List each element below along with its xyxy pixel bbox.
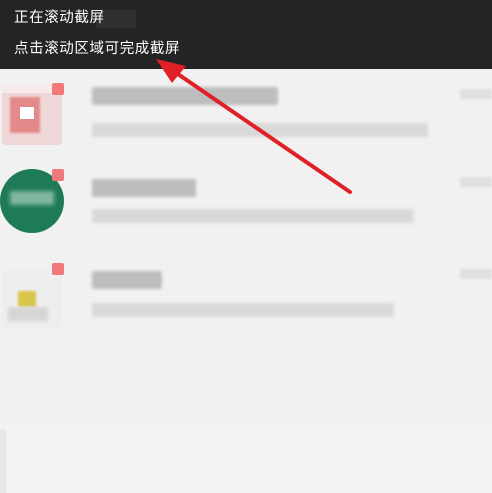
unread-badge <box>52 169 64 181</box>
list-item[interactable] <box>0 75 492 169</box>
timestamp-blurred <box>460 89 492 99</box>
unread-badge <box>52 263 64 275</box>
list-item[interactable] <box>0 257 492 351</box>
unread-badge <box>52 83 64 95</box>
timestamp-blurred <box>460 269 492 279</box>
left-edge-fragment <box>0 429 6 493</box>
conversation-list[interactable] <box>0 69 492 493</box>
conversation-preview-blurred <box>92 209 414 223</box>
banner-status-text: 正在滚动截屏 <box>14 10 105 26</box>
scroll-screenshot-banner[interactable]: 正在滚动截屏 点击滚动区域可完成截屏 <box>0 0 492 69</box>
banner-instruction-text: 点击滚动区域可完成截屏 <box>14 41 181 57</box>
avatar <box>2 269 62 329</box>
conversation-title-blurred <box>92 179 196 197</box>
conversation-preview-blurred <box>92 123 428 137</box>
conversation-title-blurred <box>92 271 162 289</box>
list-item[interactable] <box>0 165 492 259</box>
timestamp-blurred <box>460 177 492 187</box>
conversation-preview-blurred <box>92 303 394 317</box>
conversation-title-blurred <box>92 87 278 105</box>
